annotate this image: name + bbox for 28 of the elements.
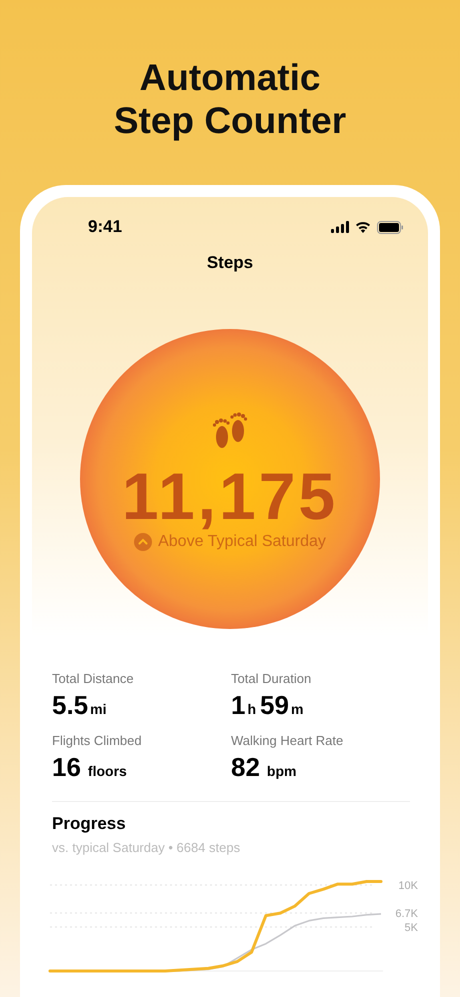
stat-value: 82 [231, 752, 260, 783]
chevron-up-circle-icon [134, 533, 152, 551]
stat-label: Total Distance [52, 671, 135, 686]
stat-value: 59 [260, 690, 289, 721]
section-subtitle: vs. typical Saturday • 6684 steps [52, 840, 242, 855]
stat-label: Walking Heart Rate [231, 733, 344, 748]
stat-value: 16 [52, 752, 81, 783]
stat-unit: mi [90, 701, 106, 717]
stat-unit: h [247, 701, 256, 717]
stat-unit: bpm [266, 763, 296, 779]
status-time: 9:41 [88, 217, 122, 237]
stat-value: 1 [231, 690, 246, 721]
step-count: 11,175 [122, 461, 338, 531]
headline: Automatic Step Counter [114, 56, 346, 142]
stat-unit: m [290, 701, 304, 717]
axis-label: 10K [398, 880, 418, 892]
stat-label: Total Duration [231, 671, 312, 686]
section-title: Progress [52, 814, 127, 834]
stat-label: Flights Climbed [52, 733, 143, 748]
wifi-icon [355, 221, 371, 233]
stat-value: 5.5 [52, 690, 88, 721]
battery-icon [377, 220, 404, 234]
screen-title: Steps [206, 253, 254, 273]
axis-label: 5K [404, 922, 418, 934]
stat-unit: floors [88, 763, 127, 779]
signal-icon [331, 221, 349, 233]
comparison-text: Above Typical Saturday [158, 533, 326, 551]
axis-label: 6.7K [395, 908, 418, 920]
